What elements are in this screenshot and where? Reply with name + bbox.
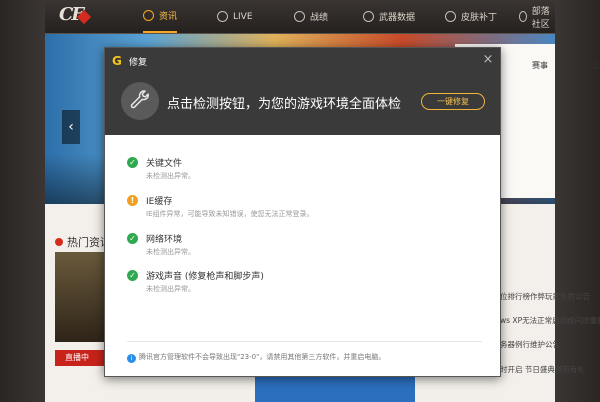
gear-icon [294,11,305,22]
client-left-frame [0,0,45,402]
hot-news-title: 热门资讯 [55,234,111,250]
check-ok-icon: ✓ [127,233,138,244]
live-badge[interactable]: 直播中 [55,350,109,366]
info-icon: i [127,354,136,363]
nav-tab-live[interactable]: LIVE [217,0,253,33]
warning-icon: ! [127,195,138,206]
repair-dialog: G 修复 × 点击检测按钮，为您的游戏环境全面体检 一键修复 ✓ 关键文件 未检… [104,47,501,377]
check-item-name: 游戏声音 (修复枪声和脚步声) [146,272,264,282]
news-line[interactable]: 时开启 节日盛典预热有礼 [500,364,585,375]
dialog-headline: 点击检测按钮，为您的游戏环境全面体检 [167,97,402,112]
dialog-header: G 修复 × 点击检测按钮，为您的游戏环境全面体检 一键修复 [105,48,500,135]
check-item-desc: 未检测出异常。 [146,248,195,256]
news-line[interactable]: 位排行榜作弊玩家处罚公告 [500,291,590,302]
festival-promo-image[interactable] [255,376,415,402]
nav-tab-community[interactable]: 部落社区 [519,0,555,33]
cf-logo[interactable]: CF [59,4,105,30]
nav-tab-skins[interactable]: 皮肤补丁 [445,0,497,33]
dialog-footer-note: i 腾讯官方管理软件不会导致出现"23-0"，请禁用其他第三方软件，并重启电脑。 [127,352,385,363]
tab-events[interactable]: 赛事 [532,60,548,71]
wrench-icon [121,82,159,120]
news-line[interactable]: ws XP无法正常启动或闪退重新 [500,315,600,326]
one-click-fix-button[interactable]: 一键修复 [421,93,485,110]
news-line[interactable]: 务器例行维护公告 [500,339,560,350]
nav-tab-record[interactable]: 战绩 [294,0,328,33]
check-item-name: IE缓存 [146,197,173,207]
hot-icon [55,238,63,246]
check-ok-icon: ✓ [127,270,138,281]
skin-icon [445,11,456,22]
play-icon [217,11,228,22]
clock-icon [143,10,154,21]
banner-prev-arrow[interactable]: ‹ [62,110,80,144]
check-item-name: 关键文件 [146,159,183,169]
hot-news-image[interactable] [55,252,105,342]
tab-announcements[interactable]: 公 [592,60,600,71]
check-item-desc: 未检测出异常。 [146,285,195,293]
crosshair-icon [363,11,374,22]
nav-tab-news[interactable]: 资讯 [143,0,178,33]
check-item-name: 网络环境 [146,235,183,245]
check-item-desc: 未检测出异常。 [146,172,195,180]
dialog-title: 修复 [129,58,148,68]
check-ok-icon: ✓ [127,157,138,168]
community-icon [519,11,527,22]
tencent-logo-icon: G [112,54,122,68]
close-icon[interactable]: × [481,53,495,67]
divider [127,341,482,342]
check-item-desc: IE组件异常，可能导致未知错误，使您无法正常登录。 [146,210,314,218]
nav-tab-weapons[interactable]: 武器数据 [363,0,415,33]
client-topbar: CF 资讯 LIVE 战绩 武器数据 皮肤补丁 部落社区 [45,0,555,34]
